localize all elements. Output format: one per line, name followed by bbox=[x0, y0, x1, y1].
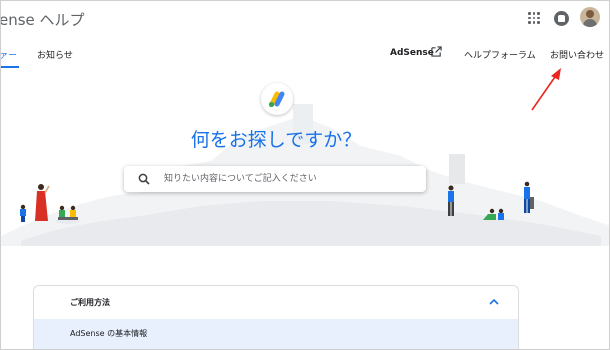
page-title: 何をお探しですか？ bbox=[190, 129, 362, 151]
app-title[interactable]: ense ヘルプ bbox=[1, 9, 85, 30]
tab-partial[interactable]: ァー bbox=[1, 48, 17, 61]
active-tab-indicator bbox=[1, 66, 19, 68]
search-input[interactable] bbox=[164, 171, 414, 187]
section-header[interactable]: ご利用方法 bbox=[34, 286, 518, 319]
people-illustration-right bbox=[448, 181, 534, 220]
nav-bar: ァー お知らせ AdSense ヘルプフォーラム お問い合わせ bbox=[1, 35, 609, 71]
usage-section: ご利用方法 AdSense の基本情報 bbox=[33, 285, 519, 349]
adsense-logo bbox=[261, 83, 293, 115]
search-bar[interactable] bbox=[124, 166, 426, 192]
people-illustration-left bbox=[20, 184, 80, 224]
search-icon[interactable] bbox=[138, 173, 150, 185]
open-in-new-icon[interactable] bbox=[431, 46, 442, 57]
avatar[interactable] bbox=[580, 7, 600, 27]
notifications-icon[interactable] bbox=[554, 11, 569, 26]
list-item[interactable]: AdSense の基本情報 bbox=[34, 319, 518, 349]
contact-link[interactable]: お問い合わせ bbox=[550, 48, 604, 61]
help-center-page: ense ヘルプ ァー お知らせ AdSense ヘルプフォーラム お問い合わせ bbox=[0, 0, 610, 350]
section-title: ご利用方法 bbox=[70, 298, 110, 307]
tab-news[interactable]: お知らせ bbox=[37, 48, 73, 61]
list-item-label: AdSense の基本情報 bbox=[70, 329, 148, 338]
adsense-link[interactable]: AdSense bbox=[390, 48, 434, 58]
chevron-up-icon[interactable] bbox=[489, 298, 499, 305]
help-forum-link[interactable]: ヘルプフォーラム bbox=[464, 48, 536, 61]
top-app-bar: ense ヘルプ bbox=[1, 1, 609, 35]
apps-icon[interactable] bbox=[528, 12, 540, 24]
